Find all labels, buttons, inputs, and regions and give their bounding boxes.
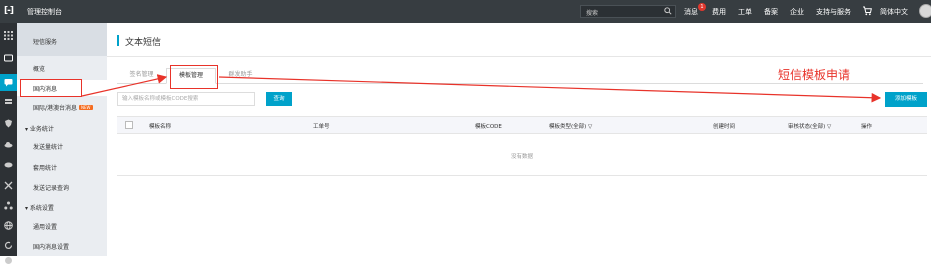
arrow-to-template-tab [81,74,168,97]
circle-icon[interactable] [4,256,13,265]
arrow-to-add-button [218,76,882,103]
annotation-arrows [81,74,882,103]
